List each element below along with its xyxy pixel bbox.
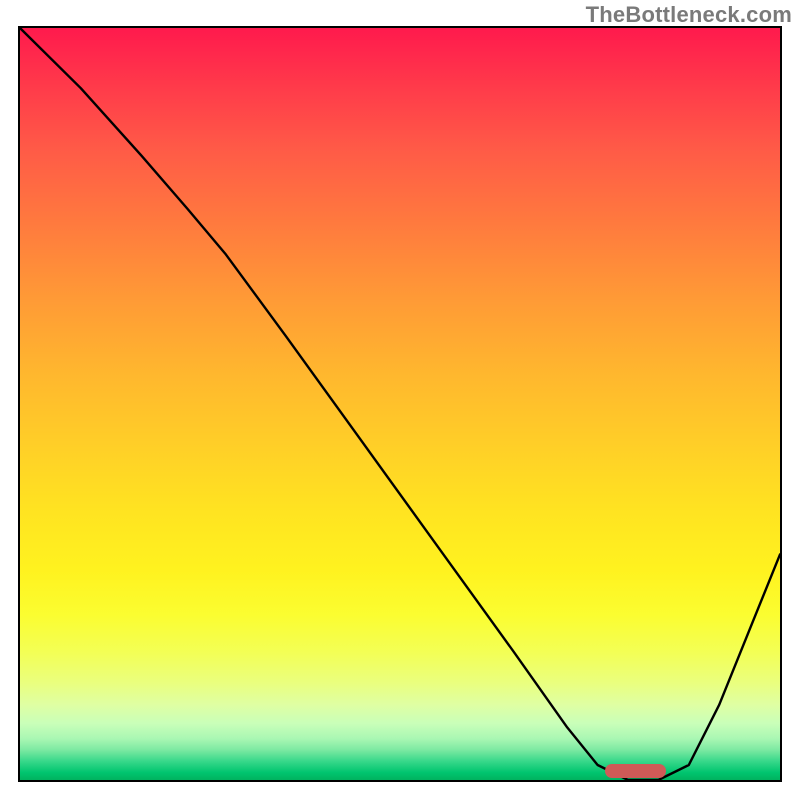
watermark-text: TheBottleneck.com <box>586 2 792 28</box>
bottleneck-curve <box>20 28 780 780</box>
plot-area <box>18 26 782 782</box>
curve-layer <box>20 28 780 780</box>
chart-canvas: TheBottleneck.com <box>0 0 800 800</box>
optimal-range-marker <box>605 764 666 778</box>
